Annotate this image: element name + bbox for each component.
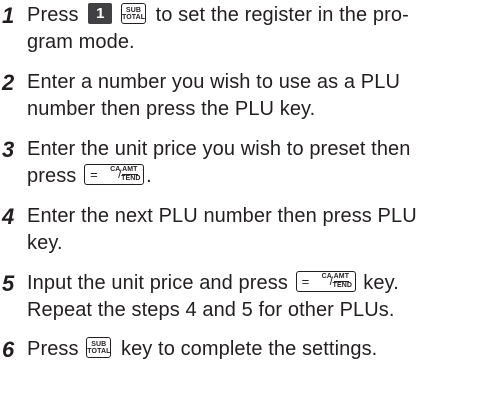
- step-text-before: Press: [27, 4, 79, 26]
- step-text-after: .: [146, 165, 152, 187]
- subtotal-key-icon: SUB TOTAL: [86, 337, 112, 359]
- step-text: Enter a number you wish to use as a PLU …: [27, 69, 503, 123]
- ca-amt-tend-key-icon: = CA / AMT TEND: [295, 271, 356, 293]
- step-5: 5 Input the unit price and press = CA / …: [0, 270, 503, 324]
- step-text: Input the unit price and press = CA / AM…: [27, 270, 503, 324]
- step-text-after: key to complete the settings.: [120, 338, 378, 360]
- step-text-before: Input the unit price and press: [27, 272, 288, 294]
- step-text-line2: key.: [27, 232, 63, 254]
- step-text-before: Press: [27, 338, 79, 360]
- step-number: 6: [2, 337, 15, 362]
- step-text-line1: Enter a number you wish to use as a PLU: [27, 71, 400, 93]
- step-2: 2 Enter a number you wish to use as a PL…: [0, 69, 503, 123]
- subtotal-key-icon: SUB TOTAL: [120, 3, 146, 25]
- step-text-line2: Repeat the steps 4 and 5 for other PLUs.: [27, 299, 395, 321]
- step-text-after: key.: [363, 272, 399, 294]
- ca-key-tend: TEND: [121, 175, 141, 183]
- ca-key-tend: TEND: [332, 282, 353, 290]
- step-text: Enter the next PLU number then press PLU…: [27, 203, 503, 257]
- subtotal-key-top: SUB: [91, 341, 107, 349]
- step-1: 1 Press 1 SUB TOTAL to set the register …: [0, 2, 503, 56]
- step-text-line2: number then press the PLU key.: [27, 98, 316, 120]
- step-text-before: press: [27, 165, 77, 187]
- subtotal-key-top: SUB: [125, 7, 142, 15]
- ca-key-amt: AMT: [333, 273, 350, 283]
- step-text-after: to set the register in the pro-: [155, 4, 409, 26]
- step-number: 3: [2, 137, 15, 162]
- ca-key-amt: AMT: [122, 166, 138, 176]
- subtotal-key-bottom: TOTAL: [121, 14, 146, 22]
- step-number: 2: [2, 70, 15, 95]
- step-text: Press 1 SUB TOTAL to set the register in…: [27, 2, 503, 56]
- ca-key-equals: =: [90, 167, 98, 183]
- step-6: 6 Press SUB TOTAL key to complete the se…: [0, 336, 503, 363]
- step-number: 4: [2, 204, 15, 229]
- step-text-line1: Enter the unit price you wish to preset …: [27, 138, 411, 160]
- step-3: 3 Enter the unit price you wish to prese…: [0, 136, 503, 190]
- step-4: 4 Enter the next PLU number then press P…: [0, 203, 503, 257]
- step-text: Press SUB TOTAL key to complete the sett…: [27, 336, 503, 363]
- ca-key-equals: =: [301, 274, 310, 290]
- ca-amt-tend-key-icon: = CA / AMT TEND: [84, 164, 145, 186]
- step-text: Enter the unit price you wish to preset …: [27, 136, 503, 190]
- step-text-line2: gram mode.: [27, 31, 135, 53]
- instruction-steps: 1 Press 1 SUB TOTAL to set the register …: [0, 0, 503, 417]
- step-text-line1: Enter the next PLU number then press PLU: [27, 205, 417, 227]
- subtotal-key-bottom: TOTAL: [87, 348, 111, 356]
- step-number: 1: [2, 3, 15, 28]
- numeric-1-key-icon: 1: [88, 3, 113, 25]
- step-number: 5: [2, 271, 15, 296]
